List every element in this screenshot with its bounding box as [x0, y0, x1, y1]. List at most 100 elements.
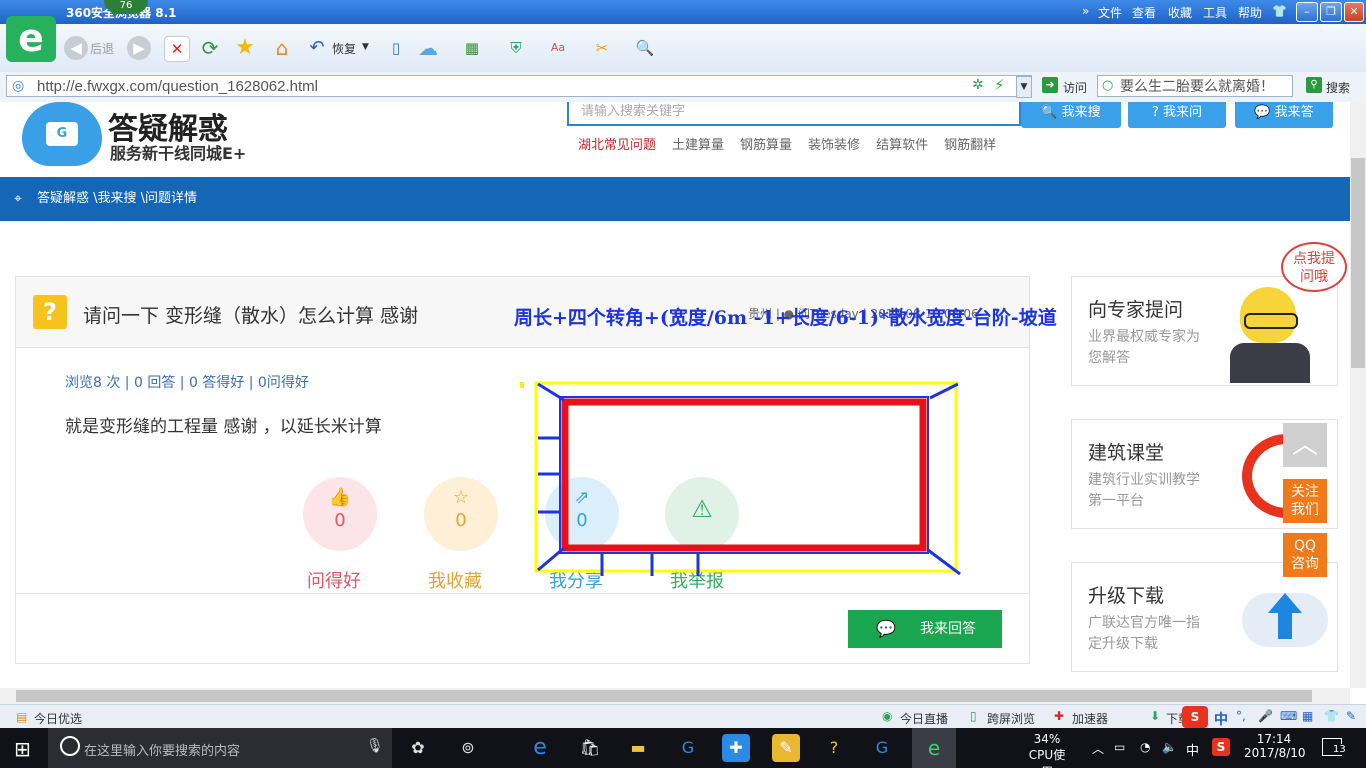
browser-360-taskbar-icon[interactable]: e	[912, 728, 956, 768]
cross-screen-link[interactable]: 跨屏浏览	[987, 710, 1035, 727]
apps-icon[interactable]: ▦	[460, 36, 484, 60]
hot-link[interactable]: 结算软件	[876, 138, 928, 153]
security-icon[interactable]: ✲	[972, 77, 984, 93]
vertical-scroll-thumb[interactable]	[1351, 158, 1365, 368]
browser-logo-icon[interactable]: e	[6, 16, 56, 62]
answer-button[interactable]: 💬 我来回答	[848, 610, 1002, 648]
back-to-top-icon[interactable]: ︿	[1283, 423, 1327, 467]
hot-link[interactable]: 装饰装修	[808, 138, 860, 153]
notes-app-icon[interactable]: ✎	[772, 734, 800, 762]
menu-view[interactable]: 查看	[1132, 4, 1156, 21]
taskbar-search-box[interactable]: 在这里输入你要搜索的内容 🎙	[48, 728, 392, 768]
restore-label[interactable]: 恢复	[332, 40, 356, 57]
maximize-button[interactable]: ❐	[1320, 2, 1342, 22]
menu-favorites[interactable]: 收藏	[1168, 4, 1192, 21]
volume-icon[interactable]: 🔈	[1162, 740, 1177, 754]
corner-line	[537, 382, 565, 402]
notification-center-icon[interactable]: 13	[1320, 736, 1347, 760]
like-action[interactable]: 👍 0	[303, 477, 377, 551]
mic-icon[interactable]: 🎙	[366, 738, 384, 754]
clock[interactable]: 17:14 2017/8/10	[1244, 732, 1306, 760]
task-view-icon[interactable]: ✿	[404, 734, 432, 762]
menu-tools[interactable]: 工具	[1203, 4, 1227, 21]
menu-help[interactable]: 帮助	[1238, 4, 1262, 21]
forward-icon[interactable]: ▶	[127, 36, 151, 60]
restore-icon[interactable]: ↶	[305, 36, 329, 60]
browser-search-input[interactable]: 要么生二胎要么就离婚！	[1097, 75, 1293, 97]
file-explorer-icon[interactable]: ▬	[624, 734, 652, 762]
ime-mode-label[interactable]: 中	[1214, 709, 1228, 729]
breadcrumb[interactable]: 答疑解惑 \我来搜 \问题详情	[37, 177, 197, 221]
edge-icon[interactable]: e	[526, 734, 554, 762]
battery-icon[interactable]: ▭	[1114, 740, 1125, 754]
plus-app-icon[interactable]: ✚	[722, 734, 750, 762]
visit-button[interactable]: 访问	[1063, 79, 1087, 96]
input-language-label[interactable]: 中	[1186, 740, 1199, 759]
hot-link[interactable]: 钢筋翻样	[944, 138, 996, 153]
menu-file[interactable]: 文件	[1098, 4, 1122, 21]
hot-link[interactable]: 钢筋算量	[740, 138, 792, 153]
horizontal-scroll-thumb[interactable]	[16, 690, 1312, 702]
favorite-action[interactable]: ☆ 0	[424, 477, 498, 551]
translate-icon[interactable]: Aa	[546, 36, 570, 60]
back-icon[interactable]: ◀	[64, 36, 88, 60]
search-button[interactable]: 搜索	[1326, 79, 1350, 96]
restore-dropdown-icon[interactable]: ▼	[362, 42, 369, 52]
search-icon[interactable]: ⚲	[1306, 77, 1322, 93]
url-input[interactable]: http://e.fwxgx.com/question_1628062.html	[6, 75, 1032, 97]
shield-icon[interactable]: ⛨	[504, 36, 528, 60]
download-card[interactable]: 升级下载 广联达官方唯一指定升级下载	[1071, 562, 1338, 672]
expert-card[interactable]: 向专家提问 业界最权威专家为您解答	[1071, 276, 1338, 386]
corner-line	[537, 546, 565, 572]
help-app-icon[interactable]: ?	[820, 734, 848, 762]
search-button-site[interactable]: 🔍 我来搜	[1021, 102, 1121, 128]
microphone-icon[interactable]: 🎤	[1258, 709, 1273, 723]
toolbox-icon[interactable]: ▦	[1302, 709, 1313, 723]
live-link[interactable]: 今日直播	[900, 710, 948, 727]
stop-icon[interactable]: ✕	[164, 36, 190, 62]
question-body: 就是变形缝的工程量 感谢 ，以延长米计算	[65, 417, 382, 437]
qq-consult-button[interactable]: QQ咨询	[1283, 533, 1327, 577]
minimize-button[interactable]: –	[1296, 2, 1318, 22]
hot-link[interactable]: 土建算量	[672, 138, 724, 153]
cpu-usage: 34% CPU使用	[1026, 732, 1068, 780]
home-icon[interactable]: ⌂	[270, 36, 294, 60]
like-label[interactable]: 问得好	[307, 567, 361, 593]
site-search-input[interactable]: 请输入搜索关键字	[567, 102, 1021, 126]
store-icon[interactable]: 🛍	[576, 734, 604, 762]
ask-button[interactable]: ? 我来问	[1128, 102, 1226, 128]
app-chrome-like-icon[interactable]: ⊚	[454, 734, 482, 762]
favorite-label[interactable]: 我收藏	[428, 567, 482, 593]
sogou-tray-icon[interactable]: S	[1212, 738, 1230, 756]
favorite-star-icon[interactable]: ★	[233, 36, 257, 60]
windows-start-icon[interactable]: ⊞	[14, 737, 31, 761]
zoom-icon[interactable]: 🔍	[633, 36, 657, 60]
keyboard-icon[interactable]: ⌨	[1280, 709, 1297, 723]
sogou-ime-icon[interactable]: S	[1182, 706, 1208, 728]
today-picks-link[interactable]: 今日优选	[34, 710, 82, 727]
search-engine-icon[interactable]: ○	[1102, 78, 1113, 93]
menu-more-icon[interactable]: »	[1082, 4, 1089, 18]
speed-mode-icon[interactable]: ⚡	[994, 76, 1005, 94]
go-icon[interactable]: ➜	[1042, 77, 1058, 93]
cloud-icon[interactable]: ☁	[416, 36, 440, 60]
hot-link[interactable]: 湖北常见问题	[578, 138, 656, 153]
glodon-app-icon[interactable]: G	[674, 734, 702, 762]
phone-icon[interactable]: ▯	[384, 36, 408, 60]
close-button[interactable]: ✕	[1344, 2, 1364, 22]
screenshot-icon[interactable]: ✂	[590, 36, 614, 60]
ask-bubble[interactable]: 点我提问哦	[1281, 242, 1347, 292]
wifi-icon[interactable]: ◔	[1140, 740, 1150, 754]
refresh-icon[interactable]: ⟳	[198, 36, 222, 60]
punctuation-icon[interactable]: °,	[1236, 709, 1246, 723]
address-dropdown-icon[interactable]: ▼	[1016, 76, 1032, 98]
back-label[interactable]: 后退	[90, 40, 114, 57]
accelerator-link[interactable]: 加速器	[1072, 710, 1108, 727]
follow-button[interactable]: 关注我们	[1283, 479, 1327, 523]
glodon-app2-icon[interactable]: G	[868, 734, 896, 762]
answer-top-button[interactable]: 💬 我来答	[1235, 102, 1333, 128]
skin-icon[interactable]: 👕	[1272, 4, 1287, 18]
skin-shirt-icon[interactable]: 👕	[1324, 709, 1339, 723]
tray-expand-icon[interactable]: ︿	[1092, 740, 1104, 757]
settings-wrench-icon[interactable]: ✎	[1346, 709, 1356, 723]
